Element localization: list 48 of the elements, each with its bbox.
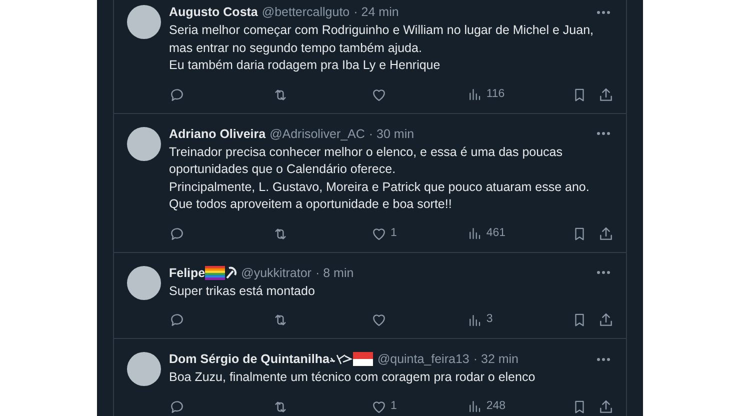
user-handle[interactable]: @quinta_feira13 xyxy=(377,350,470,368)
share-icon[interactable] xyxy=(598,398,614,414)
author-name[interactable]: Dom Sérgio de Quintanilha xyxy=(169,350,330,368)
post-text: Super trikas está montado xyxy=(169,282,316,300)
more-icon[interactable] xyxy=(597,271,610,274)
like-count: 1 xyxy=(390,398,397,414)
user-handle[interactable]: @yukkitrator xyxy=(241,264,312,282)
more-icon[interactable] xyxy=(597,132,610,135)
like-count: 1 xyxy=(390,226,397,241)
share-icon[interactable] xyxy=(598,312,614,328)
heart-icon[interactable] xyxy=(370,226,387,242)
share-icon[interactable] xyxy=(598,86,614,102)
more-icon[interactable] xyxy=(597,10,610,14)
reply-icon[interactable] xyxy=(169,86,185,102)
view-count: 248 xyxy=(486,398,506,414)
author-name[interactable]: Augusto Costa xyxy=(169,3,258,21)
post-time[interactable]: · 30 min xyxy=(368,124,414,142)
post-text: Treinador precisa conhecer melhor o elenco, e essa é uma das poucas oportunidades que o Calendário oferece. Principalmente, L. Gustavo, Moreira e Patrick que pouco atuaram esse ano. Que todos aproveitem a oportunidade e boa sorte!! xyxy=(169,144,590,213)
heart-icon[interactable] xyxy=(370,398,387,414)
reply-icon[interactable] xyxy=(169,226,185,242)
post-text: Boa Zuzu, finalmente um técnico com coragem pra rodar o elenco xyxy=(169,369,536,386)
view-count: 116 xyxy=(486,86,505,102)
post-time[interactable]: · 8 min xyxy=(315,264,354,282)
view-count: 3 xyxy=(486,312,493,328)
rainbow-flag-icon xyxy=(205,266,226,280)
reply-icon[interactable] xyxy=(169,398,185,414)
post-time[interactable]: · 32 min xyxy=(473,350,519,368)
reply-icon[interactable] xyxy=(169,312,185,328)
user-handle[interactable]: @Adrisoliver_AC xyxy=(270,124,365,142)
bar-chart-icon[interactable] xyxy=(467,87,482,102)
post-text: Seria melhor começar com Rodriguinho e William no lugar de Michel e Juan, mas entrar no segundo tempo também ajuda. Eu também daria rodagem pra Iba Ly e Henrique xyxy=(169,22,594,74)
user-handle[interactable]: @bettercallguto xyxy=(262,3,350,21)
author-name[interactable]: Adriano Oliveira xyxy=(169,124,266,142)
post-time[interactable]: · 24 min xyxy=(354,3,399,21)
bar-chart-icon[interactable] xyxy=(467,399,482,414)
bar-chart-icon[interactable] xyxy=(467,312,482,328)
heart-icon[interactable] xyxy=(370,312,387,328)
share-icon[interactable] xyxy=(598,226,614,242)
author-name[interactable]: Felipe xyxy=(169,264,206,282)
avatar[interactable] xyxy=(127,5,161,39)
more-icon[interactable] xyxy=(597,358,610,360)
flag-icon xyxy=(353,352,374,366)
view-count: 461 xyxy=(486,226,506,241)
avatar[interactable] xyxy=(127,126,161,160)
avatar[interactable] xyxy=(127,266,161,300)
heart-icon[interactable] xyxy=(370,86,387,102)
bar-chart-icon[interactable] xyxy=(467,226,482,241)
avatar[interactable] xyxy=(127,352,161,386)
